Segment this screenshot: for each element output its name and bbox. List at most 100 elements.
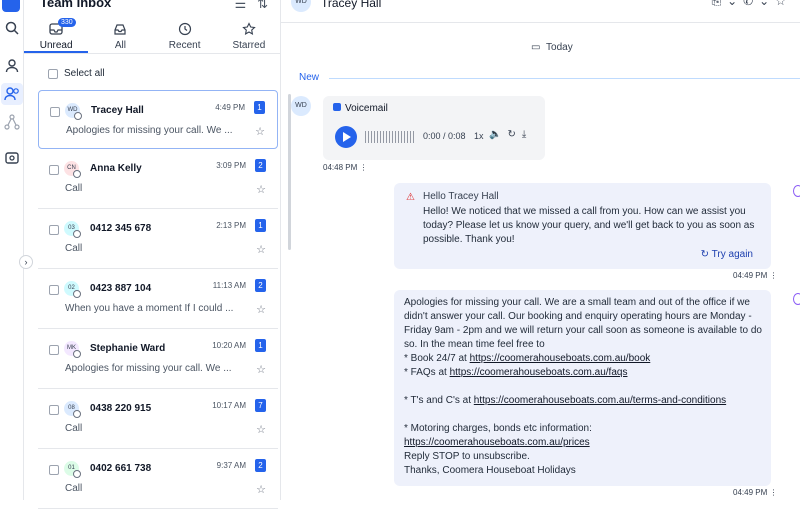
message-body: Apologies for missing your call. We are … <box>404 297 762 476</box>
waveform[interactable] <box>365 131 415 143</box>
item-checkbox[interactable] <box>49 165 59 175</box>
star-icon[interactable]: ☆ <box>256 243 266 256</box>
more-icon[interactable]: ⋮ <box>359 163 367 172</box>
avatar: 03 <box>64 221 81 238</box>
voicemail-icon <box>333 103 341 111</box>
unread-count: 1 <box>255 219 266 232</box>
message-time: 04:49 PM ⋮ <box>733 488 778 497</box>
list-item[interactable]: 01 0402 661 738 9:37 AM 2 Call ☆ <box>38 449 278 509</box>
speed-button[interactable]: 1x <box>474 131 484 141</box>
item-checkbox[interactable] <box>49 465 59 475</box>
message-preview: Call <box>65 423 83 434</box>
unread-count: 1 <box>254 101 265 114</box>
star-icon[interactable]: ☆ <box>256 183 266 196</box>
sort-icon[interactable]: ⇅ <box>257 0 268 11</box>
list-item[interactable]: 03 0412 345 678 2:13 PM 1 Call ☆ <box>38 209 278 269</box>
contact-name: Anna Kelly <box>90 163 142 174</box>
tab-label: Starred <box>232 40 266 51</box>
item-checkbox[interactable] <box>49 345 59 355</box>
contact-name: 0438 220 915 <box>90 403 152 414</box>
phone-icon <box>73 410 81 418</box>
sms-icon <box>74 112 82 120</box>
message-body: Hello! We noticed that we missed a call … <box>423 206 755 245</box>
inbox-panel: Team Inbox ☰ ⇅ 330 Unread All Recent Sta… <box>24 0 291 509</box>
settings-icon[interactable] <box>4 150 20 166</box>
item-time: 11:13 AM <box>212 281 246 290</box>
retry-icon: ↻ <box>700 249 710 260</box>
star-icon[interactable]: ☆ <box>256 303 266 316</box>
avatar: MK <box>64 341 81 358</box>
star-icon[interactable]: ☆ <box>256 483 266 496</box>
avatar: 02 <box>64 281 81 298</box>
phone-icon <box>73 470 81 478</box>
contact-name: 0423 887 104 <box>90 283 152 294</box>
contact-name: Stephanie Ward <box>90 343 166 354</box>
contact-card-icon[interactable]: ⎘⌄ <box>711 0 743 8</box>
phone-icon <box>73 170 81 178</box>
message-preview: Call <box>65 483 83 494</box>
download-icon[interactable]: ⤓ <box>522 129 532 140</box>
chevron-right-icon[interactable]: › <box>19 255 33 269</box>
message-preview: When you have a moment If I could ... <box>65 303 234 314</box>
tab-all[interactable]: All <box>88 20 152 53</box>
sms-message: Apologies for missing your call. We are … <box>394 290 771 486</box>
contact-name-header: Tracey Hall <box>321 0 382 10</box>
tab-starred[interactable]: Starred <box>217 20 281 53</box>
flow-icon[interactable] <box>4 114 20 130</box>
item-time: 2:13 PM <box>216 221 246 230</box>
list-item[interactable]: 08 0438 220 915 10:17 AM 7 Call ☆ <box>38 389 278 449</box>
star-icon[interactable]: ☆ <box>256 363 266 376</box>
more-icon[interactable]: ⋮ <box>769 488 777 497</box>
contact-name: Tracey Hall <box>91 105 144 116</box>
replay-icon[interactable]: ↻ <box>507 129 521 140</box>
filter-icon[interactable]: ☰ <box>235 0 247 11</box>
prices-link[interactable]: https://coomerahouseboats.com.au/prices <box>404 437 590 448</box>
tab-unread[interactable]: 330 Unread <box>24 18 89 53</box>
search-icon[interactable] <box>4 20 20 36</box>
play-button[interactable] <box>335 126 357 148</box>
agent-avatar <box>793 185 800 197</box>
clock-icon <box>178 22 191 36</box>
list-item[interactable]: MK Stephanie Ward 10:20 AM 1 Apologies f… <box>38 329 278 389</box>
select-all-checkbox[interactable] <box>48 68 58 79</box>
team-icon[interactable] <box>1 83 23 105</box>
item-checkbox[interactable] <box>49 405 59 415</box>
faq-link[interactable]: https://coomerahouseboats.com.au/faqs <box>450 367 628 378</box>
book-link[interactable]: https://coomerahouseboats.com.au/book <box>470 353 651 364</box>
star-icon[interactable]: ☆ <box>255 125 265 138</box>
conversation-list: WD Tracey Hall 4:49 PM 1 Apologies for m… <box>38 90 278 509</box>
item-checkbox[interactable] <box>50 107 60 117</box>
app-logo[interactable] <box>2 0 20 12</box>
tab-label: Unread <box>39 40 73 51</box>
list-item[interactable]: CN Anna Kelly 3:09 PM 2 Call ☆ <box>38 149 278 209</box>
select-all[interactable]: Select all <box>48 68 105 79</box>
list-item[interactable]: 02 0423 887 104 11:13 AM 2 When you have… <box>38 269 278 329</box>
sms-icon <box>73 290 81 298</box>
nav-rail <box>0 0 24 500</box>
voicemail-label: Voicemail <box>345 103 388 114</box>
item-time: 10:17 AM <box>212 401 246 410</box>
playback-time: 0:00 / 0:08 <box>423 131 466 141</box>
list-item[interactable]: WD Tracey Hall 4:49 PM 1 Apologies for m… <box>38 90 278 149</box>
unread-badge: 330 <box>58 18 76 27</box>
call-icon[interactable]: ✆⌄ <box>743 0 775 8</box>
date-divider: ▭ Today <box>531 42 573 53</box>
try-again-button[interactable]: ↻ Try again <box>701 249 753 260</box>
star-icon[interactable]: ☆ <box>256 423 266 436</box>
star-icon[interactable]: ☆ <box>775 0 792 8</box>
select-all-label: Select all <box>64 68 105 79</box>
tab-recent[interactable]: Recent <box>153 20 217 53</box>
message-preview: Call <box>65 183 83 194</box>
user-icon[interactable] <box>4 58 20 74</box>
avatar: 01 <box>64 461 81 478</box>
contact-name: 0412 345 678 <box>90 223 152 234</box>
volume-icon[interactable]: 🔈 <box>489 129 507 140</box>
unread-count: 2 <box>255 279 266 292</box>
avatar: WD <box>65 103 82 120</box>
star-icon <box>242 22 256 35</box>
terms-link[interactable]: https://coomerahouseboats.com.au/terms-a… <box>474 395 726 406</box>
more-icon[interactable]: ⋮ <box>769 271 777 280</box>
item-checkbox[interactable] <box>49 285 59 295</box>
item-checkbox[interactable] <box>49 225 59 235</box>
avatar: CN <box>64 161 81 178</box>
